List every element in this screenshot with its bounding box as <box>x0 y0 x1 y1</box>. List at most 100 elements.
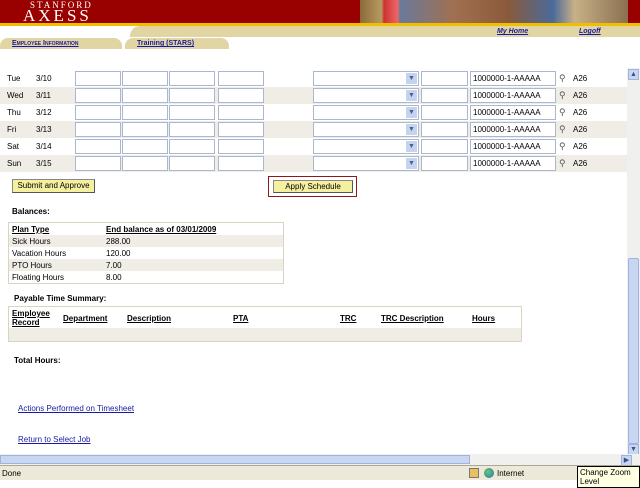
horizontal-scroll-thumb[interactable] <box>0 455 470 464</box>
time-reporting-code-select[interactable]: ▼ <box>313 122 419 137</box>
actions-performed-link[interactable]: Actions Performed on Timesheet <box>18 404 134 413</box>
time-input-4[interactable] <box>218 139 264 154</box>
search-icon[interactable]: ⚲ <box>559 73 566 84</box>
chevron-down-icon[interactable]: ▼ <box>406 158 417 169</box>
time-input-3[interactable] <box>169 105 215 120</box>
quantity-input[interactable] <box>421 105 468 120</box>
col-plan-type: Plan Type <box>12 224 50 234</box>
quantity-input[interactable] <box>421 139 468 154</box>
time-input-1[interactable] <box>75 105 121 120</box>
code-value: A26 <box>573 159 588 168</box>
chevron-down-icon[interactable]: ▼ <box>406 124 417 135</box>
time-input-2[interactable] <box>122 71 168 86</box>
quantity-input[interactable] <box>421 156 468 171</box>
col-trc: TRC <box>340 314 357 323</box>
pta-input[interactable]: 1000000-1-AAAAA <box>470 71 556 86</box>
pta-input[interactable]: 1000000-1-AAAAA <box>470 122 556 137</box>
time-input-2[interactable] <box>122 139 168 154</box>
time-reporting-code-select[interactable]: ▼ <box>313 71 419 86</box>
table-row: Sick Hours 288.00 <box>9 235 283 247</box>
time-input-2[interactable] <box>122 105 168 120</box>
code-value: A26 <box>573 74 588 83</box>
chevron-down-icon[interactable]: ▼ <box>406 107 417 118</box>
top-nav-bar <box>130 26 640 37</box>
day-label: Fri <box>7 125 17 134</box>
code-value: A26 <box>573 91 588 100</box>
scroll-up-icon[interactable]: ▲ <box>628 69 639 80</box>
tab-employee-information[interactable]: Employee Information <box>0 38 122 49</box>
chevron-down-icon[interactable]: ▼ <box>406 90 417 101</box>
date-label: 3/15 <box>36 159 52 168</box>
col-employee-record: Employee Record <box>12 309 50 327</box>
time-input-4[interactable] <box>218 156 264 171</box>
code-value: A26 <box>573 125 588 134</box>
plan-value: 8.00 <box>106 272 122 282</box>
time-input-2[interactable] <box>122 88 168 103</box>
time-reporting-code-select[interactable]: ▼ <box>313 139 419 154</box>
search-icon[interactable]: ⚲ <box>559 141 566 152</box>
day-label: Sun <box>7 159 22 168</box>
col-department: Department <box>63 314 108 323</box>
security-lock-icon <box>469 468 479 478</box>
pta-input[interactable]: 1000000-1-AAAAA <box>470 105 556 120</box>
time-reporting-code-select[interactable]: ▼ <box>313 88 419 103</box>
search-icon[interactable]: ⚲ <box>559 90 566 101</box>
tab-training-stars[interactable]: Training (STARS) <box>125 38 229 49</box>
pta-input[interactable]: 1000000-1-AAAAA <box>470 139 556 154</box>
col-hours: Hours <box>472 314 496 323</box>
quantity-input[interactable] <box>421 122 468 137</box>
time-input-4[interactable] <box>218 88 264 103</box>
timesheet-row: Sat 3/14 ▼ 1000000-1-AAAAA ⚲ A26 <box>0 138 627 155</box>
time-input-1[interactable] <box>75 122 121 137</box>
time-input-4[interactable] <box>218 105 264 120</box>
logoff-link[interactable]: Logoff <box>579 28 601 35</box>
chevron-down-icon[interactable]: ▼ <box>406 73 417 84</box>
return-to-select-job-link[interactable]: Return to Select Job <box>18 435 90 444</box>
search-icon[interactable]: ⚲ <box>559 107 566 118</box>
my-home-link[interactable]: My Home <box>497 28 528 35</box>
plan-name: Floating Hours <box>12 272 65 282</box>
pta-input[interactable]: 1000000-1-AAAAA <box>470 88 556 103</box>
time-input-1[interactable] <box>75 88 121 103</box>
plan-value: 120.00 <box>106 248 131 258</box>
plan-name: Sick Hours <box>12 236 51 246</box>
time-input-1[interactable] <box>75 156 121 171</box>
time-input-1[interactable] <box>75 139 121 154</box>
search-icon[interactable]: ⚲ <box>559 158 566 169</box>
plan-name: Vacation Hours <box>12 248 67 258</box>
table-row: PTO Hours 7.00 <box>9 259 283 271</box>
time-input-3[interactable] <box>169 156 215 171</box>
time-input-3[interactable] <box>169 88 215 103</box>
time-reporting-code-select[interactable]: ▼ <box>313 105 419 120</box>
timesheet-row: Wed 3/11 ▼ 1000000-1-AAAAA ⚲ A26 <box>0 87 627 104</box>
col-pta: PTA <box>233 314 249 323</box>
internet-globe-icon <box>484 468 494 478</box>
empty-row <box>9 328 521 341</box>
time-input-2[interactable] <box>122 156 168 171</box>
chevron-down-icon[interactable]: ▼ <box>406 141 417 152</box>
time-input-3[interactable] <box>169 122 215 137</box>
quantity-input[interactable] <box>421 88 468 103</box>
time-input-2[interactable] <box>122 122 168 137</box>
time-input-1[interactable] <box>75 71 121 86</box>
apply-schedule-button[interactable]: Apply Schedule <box>273 180 353 193</box>
date-label: 3/10 <box>36 74 52 83</box>
status-bar: Done Internet <box>0 465 640 480</box>
day-label: Sat <box>7 142 20 151</box>
balances-title: Balances: <box>12 207 50 216</box>
balances-table: Plan Type End balance as of 03/01/2009 Si… <box>8 222 284 284</box>
time-input-3[interactable] <box>169 71 215 86</box>
date-label: 3/14 <box>36 142 52 151</box>
campus-photo-banner <box>360 0 628 23</box>
time-reporting-code-select[interactable]: ▼ <box>313 156 419 171</box>
pta-input[interactable]: 1000000-1-AAAAA <box>470 156 556 171</box>
col-end-balance: End balance as of 03/01/2009 <box>106 224 217 234</box>
plan-value: 7.00 <box>106 260 122 270</box>
time-input-4[interactable] <box>218 71 264 86</box>
time-input-4[interactable] <box>218 122 264 137</box>
vertical-scroll-thumb[interactable] <box>628 258 639 444</box>
search-icon[interactable]: ⚲ <box>559 124 566 135</box>
submit-and-approve-button[interactable]: Submit and Approve <box>12 179 95 193</box>
quantity-input[interactable] <box>421 71 468 86</box>
time-input-3[interactable] <box>169 139 215 154</box>
